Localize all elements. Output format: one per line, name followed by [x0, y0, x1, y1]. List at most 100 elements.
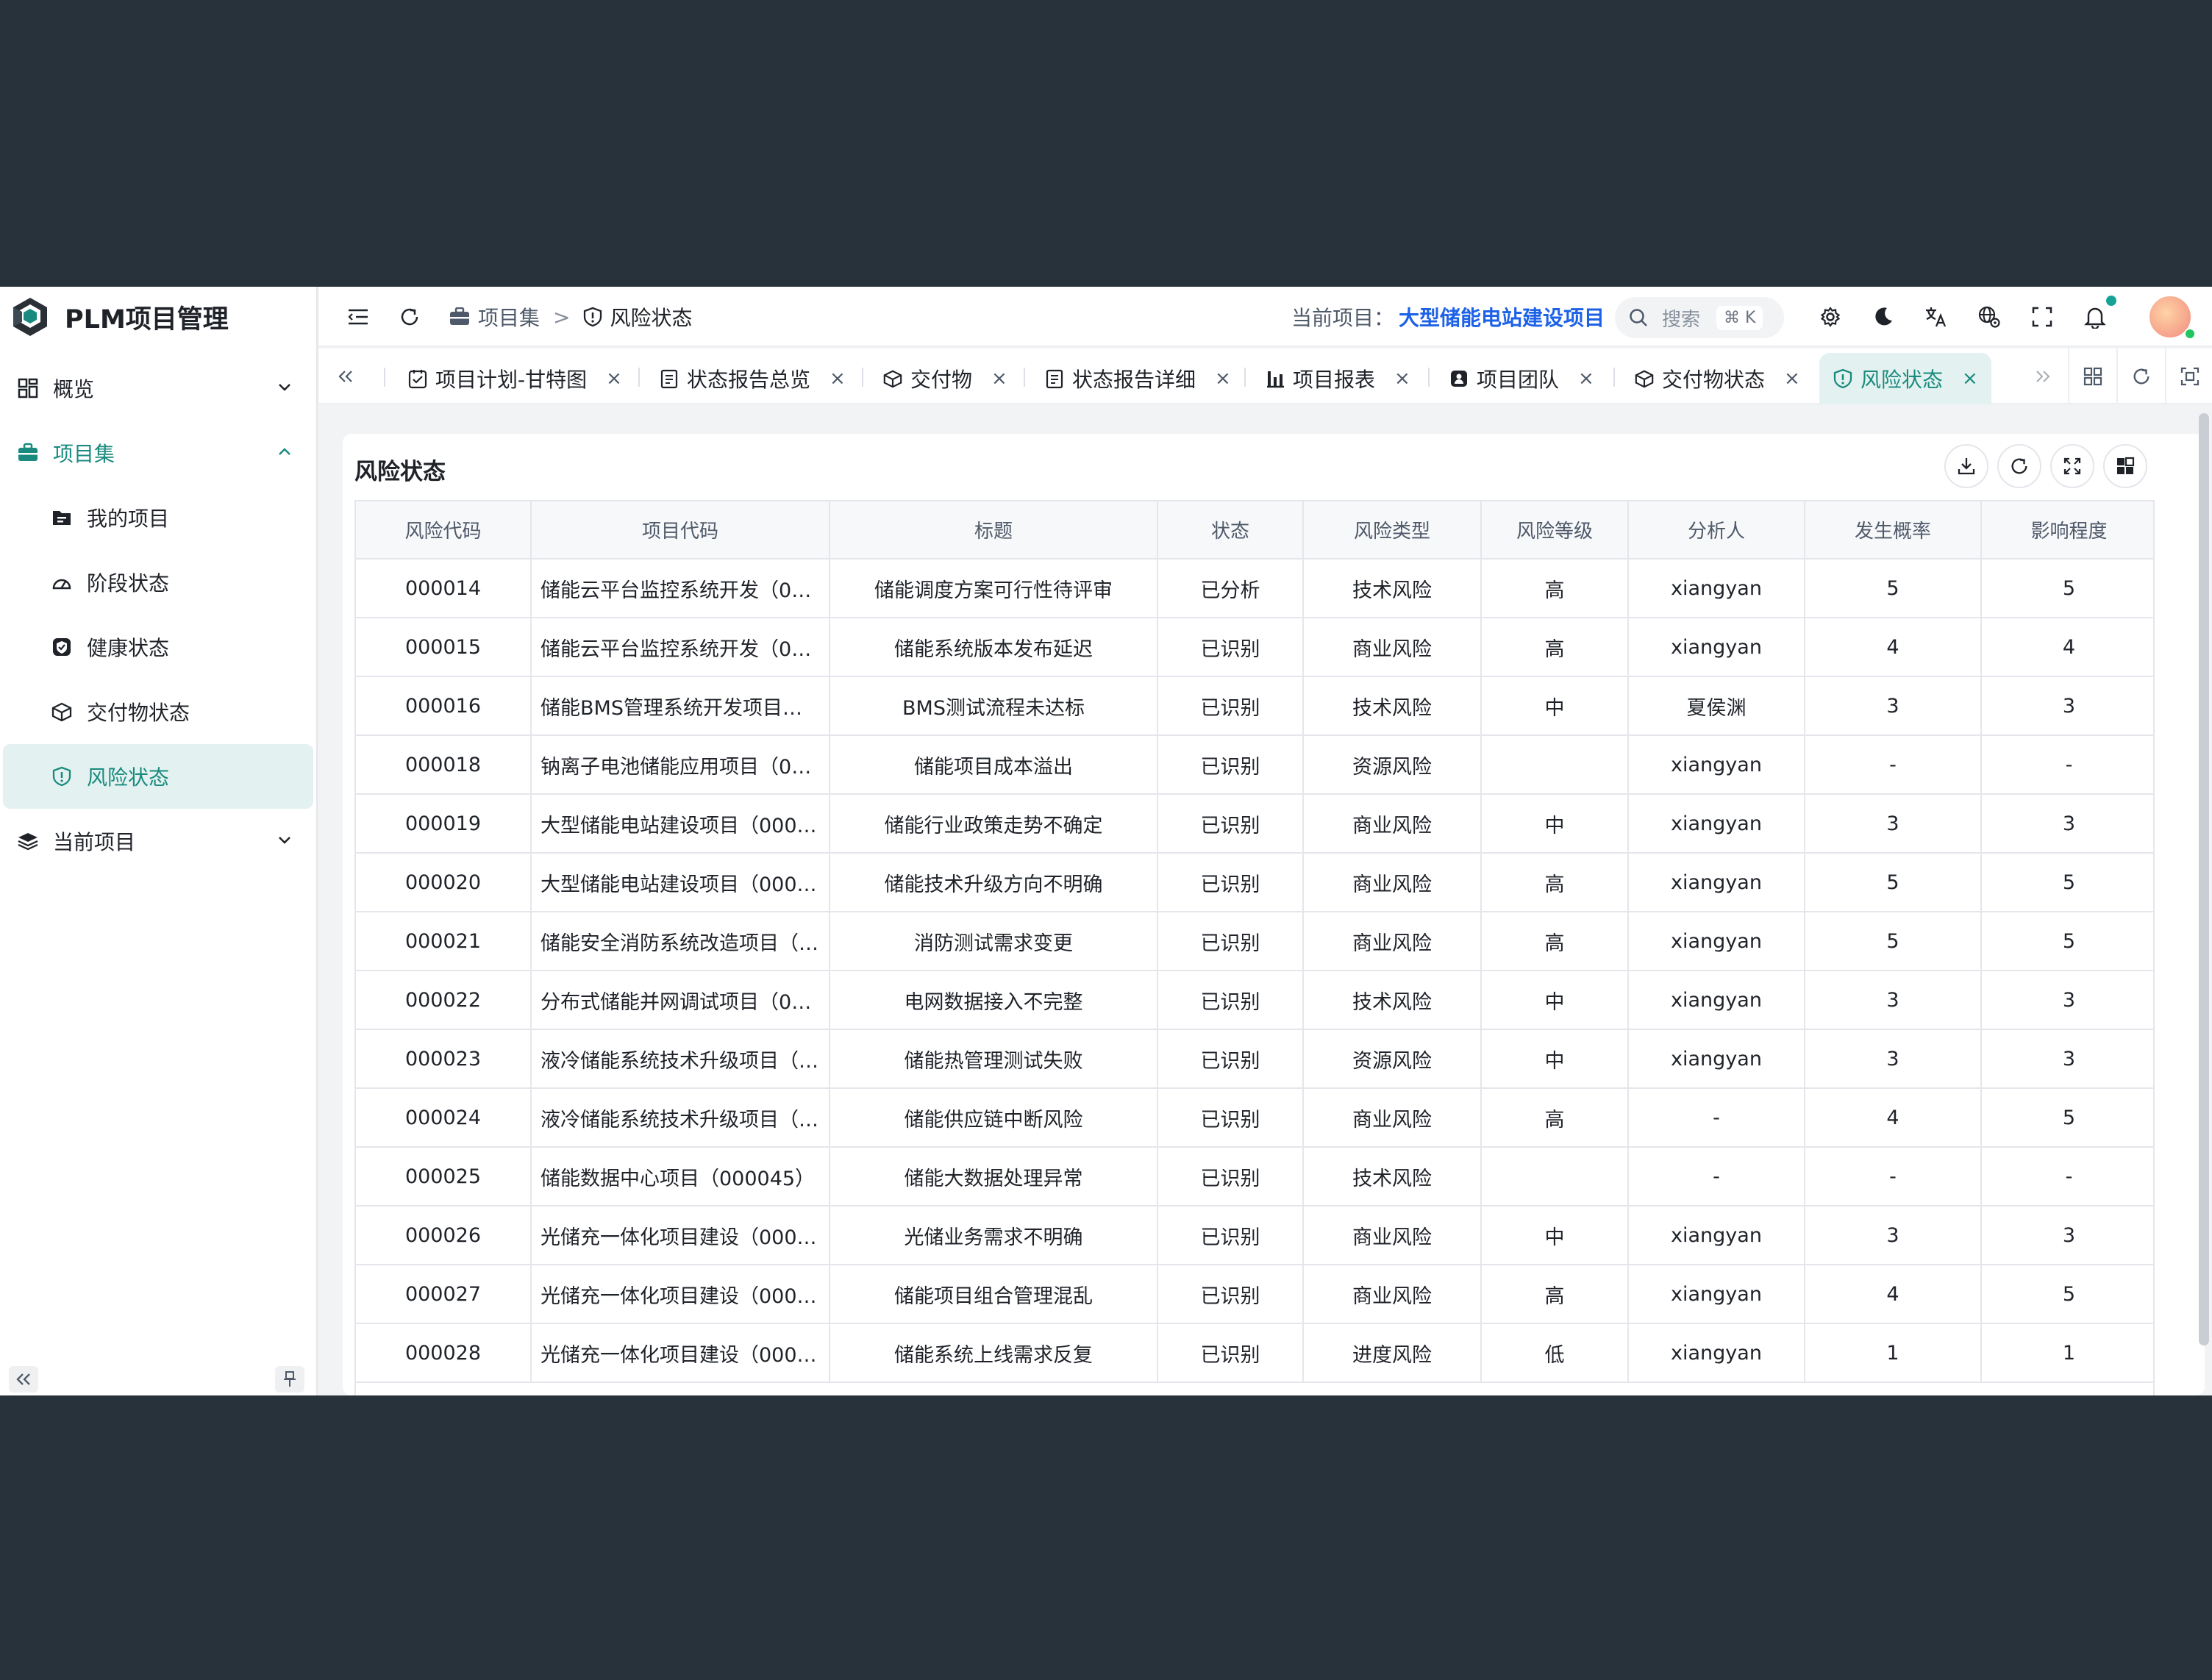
tab-gantt[interactable]: 项目计划-甘特图 ×: [394, 353, 635, 404]
table-header: 风险代码 项目代码 标题 状态 风险类型 风险等级 分析人 发生概率 影响程度: [356, 501, 2153, 560]
table-cell: 商业风险: [1303, 912, 1482, 971]
table-row[interactable]: 000026 光储充一体化项目建设（0000... 光储业务需求不明确 已识别 商业风险…: [356, 1206, 2153, 1265]
column-header[interactable]: 发生概率: [1805, 501, 1982, 560]
tab-label: 项目报表: [1293, 368, 1376, 392]
table-cell: 000022: [356, 971, 532, 1030]
tab-close-button[interactable]: ×: [1578, 368, 1594, 390]
table-row[interactable]: 000021 储能安全消防系统改造项目（0... 消防测试需求变更 已识别 商业风险高 x…: [356, 912, 2153, 971]
table-cell: 光储业务需求不明确: [830, 1206, 1158, 1265]
tab-close-button[interactable]: ×: [991, 368, 1007, 390]
sidebar-item-program[interactable]: 项目集: [3, 421, 313, 485]
table-row[interactable]: 000027 光储充一体化项目建设（0000... 储能项目组合管理混乱 已识别 商业风…: [356, 1265, 2153, 1324]
tab-project-team[interactable]: 项目团队 ×: [1435, 353, 1608, 404]
table-cell: 低: [1481, 1323, 1629, 1383]
table-cell: xiangyan: [1628, 618, 1805, 677]
table-cell: 大型储能电站建设项目（0000...: [531, 853, 830, 912]
table-cell: 已识别: [1157, 853, 1304, 912]
table-row[interactable]: 000015 储能云平台监控系统开发（00... 储能系统版本发布延迟 已识别 商业风险…: [356, 618, 2153, 677]
table-row[interactable]: 000028 光储充一体化项目建设（0000... 储能系统上线需求反复 已识别 进度风…: [356, 1323, 2153, 1383]
tabs-scroll-left-button[interactable]: [331, 362, 360, 391]
collapse-sidebar-button[interactable]: [9, 1366, 38, 1393]
tab-close-button[interactable]: ×: [830, 368, 846, 390]
tab-refresh-button[interactable]: [2116, 348, 2165, 404]
table-fullscreen-button[interactable]: [2050, 444, 2094, 488]
table-cell: 储能安全消防系统改造项目（0...: [531, 912, 830, 971]
page-scrollbar[interactable]: [2199, 413, 2209, 1345]
tabs-scroll-right-button[interactable]: [2028, 362, 2058, 391]
column-header[interactable]: 状态: [1157, 501, 1304, 560]
tab-close-button[interactable]: ×: [1784, 368, 1800, 390]
tab-status-report-detail[interactable]: 状态报告详细 ×: [1031, 353, 1244, 404]
tab-maximize-button[interactable]: [2165, 348, 2212, 404]
table-cell: 高: [1481, 559, 1629, 618]
table-row[interactable]: 000016 储能BMS管理系统开发项目（... BMS测试流程未达标 已识别 技术风险…: [356, 676, 2153, 736]
search-input[interactable]: 搜索 ⌘ K: [1615, 297, 1784, 338]
fullscreen-button[interactable]: [2027, 301, 2058, 332]
translate-button[interactable]: [1921, 301, 1952, 332]
tab-deliverable-status[interactable]: 交付物状态 ×: [1621, 353, 1813, 404]
refresh-button[interactable]: [394, 301, 425, 332]
table-cell: -: [1805, 1147, 1982, 1207]
table-cell: 5: [1805, 559, 1982, 618]
table-cell: 3: [1805, 794, 1982, 854]
sidebar-item-current-project[interactable]: 当前项目: [3, 809, 313, 873]
sidebar-item-risk-status[interactable]: 风险状态: [3, 744, 313, 809]
table-cell: 000024: [356, 1088, 532, 1148]
table-row[interactable]: 000023 液冷储能系统技术升级项目（0... 储能热管理测试失败 已识别 资源风险中…: [356, 1029, 2153, 1089]
notification-badge: [2106, 296, 2116, 306]
tabs-overview-button[interactable]: [2068, 348, 2116, 404]
table-row[interactable]: 000024 液冷储能系统技术升级项目（0... 储能供应链中断风险 已识别 商业风险高…: [356, 1088, 2153, 1148]
pin-icon: [284, 1371, 296, 1387]
tab-deliverables[interactable]: 交付物 ×: [869, 353, 1021, 404]
sidebar-item-my-projects[interactable]: 我的项目: [3, 485, 313, 550]
table-row[interactable]: 000014 储能云平台监控系统开发（00... 储能调度方案可行性待评审 已分析 技术…: [356, 559, 2153, 618]
tab-close-button[interactable]: ×: [606, 368, 622, 390]
table-row[interactable]: 000020 大型储能电站建设项目（0000... 储能技术升级方向不明确 已识别 商业…: [356, 853, 2153, 912]
tab-status-report-overview[interactable]: 状态报告总览 ×: [646, 353, 859, 404]
table-cell: 5: [1805, 912, 1982, 971]
table-cell: 商业风险: [1303, 1088, 1482, 1148]
menu-toggle-button[interactable]: [343, 301, 374, 332]
table-cell: xiangyan: [1628, 853, 1805, 912]
column-header[interactable]: 项目代码: [531, 501, 830, 560]
tab-close-button[interactable]: ×: [1394, 368, 1410, 390]
table-cell: -: [1805, 735, 1982, 795]
current-project-link[interactable]: 大型储能电站建设项目: [1399, 302, 1605, 332]
table-cell: 技术风险: [1303, 676, 1482, 736]
table-cell: 3: [1805, 1206, 1982, 1265]
pin-sidebar-button[interactable]: [275, 1366, 304, 1393]
table-cell: 光储充一体化项目建设（0000...: [531, 1323, 830, 1383]
translate-icon: [1926, 307, 1947, 327]
column-header[interactable]: 风险等级: [1481, 501, 1629, 560]
tab-close-button[interactable]: ×: [1962, 368, 1978, 390]
table-row[interactable]: 000025 储能数据中心项目（000045） 储能大数据处理异常 已识别 技术风险 - -…: [356, 1147, 2153, 1207]
table-row[interactable]: 000019 大型储能电站建设项目（0000... 储能行业政策走势不确定 已识别 商业…: [356, 794, 2153, 854]
notifications-button[interactable]: [2080, 301, 2111, 332]
table-row[interactable]: 000022 分布式储能并网调试项目（00... 电网数据接入不完整 已识别 技术风险中…: [356, 971, 2153, 1030]
settings-button[interactable]: [1815, 301, 1846, 332]
breadcrumb-parent[interactable]: 项目集: [478, 302, 540, 332]
column-header[interactable]: 影响程度: [1981, 501, 2153, 560]
table-refresh-button[interactable]: [1997, 444, 2041, 488]
sidebar-item-health-status[interactable]: 健康状态: [3, 615, 313, 679]
column-header[interactable]: 分析人: [1628, 501, 1805, 560]
logo: PLM项目管理: [0, 287, 316, 347]
download-button[interactable]: [1944, 444, 1988, 488]
table-cell: 已识别: [1157, 1029, 1304, 1089]
column-header[interactable]: 风险类型: [1303, 501, 1482, 560]
sidebar-item-label: 交付物状态: [87, 701, 190, 725]
column-header[interactable]: 风险代码: [356, 501, 532, 560]
dark-mode-toggle[interactable]: [1868, 301, 1899, 332]
sidebar-item-deliverable-status[interactable]: 交付物状态: [3, 679, 313, 744]
table-row[interactable]: 000018 钠离子电池储能应用项目（00... 储能项目成本溢出 已识别 资源风险 xi…: [356, 735, 2153, 795]
menu-fold-icon: [348, 309, 368, 325]
sidebar-item-phase-status[interactable]: 阶段状态: [3, 550, 313, 615]
column-settings-button[interactable]: [2103, 444, 2147, 488]
sidebar-item-overview[interactable]: 概览: [3, 356, 313, 421]
column-header[interactable]: 标题: [830, 501, 1158, 560]
tab-risk-status[interactable]: 风险状态 ×: [1819, 353, 1991, 404]
tab-project-reports[interactable]: 项目报表 ×: [1252, 353, 1424, 404]
tab-close-button[interactable]: ×: [1215, 368, 1231, 390]
locale-button[interactable]: [1974, 301, 2005, 332]
sidebar-item-label: 项目集: [53, 442, 115, 466]
